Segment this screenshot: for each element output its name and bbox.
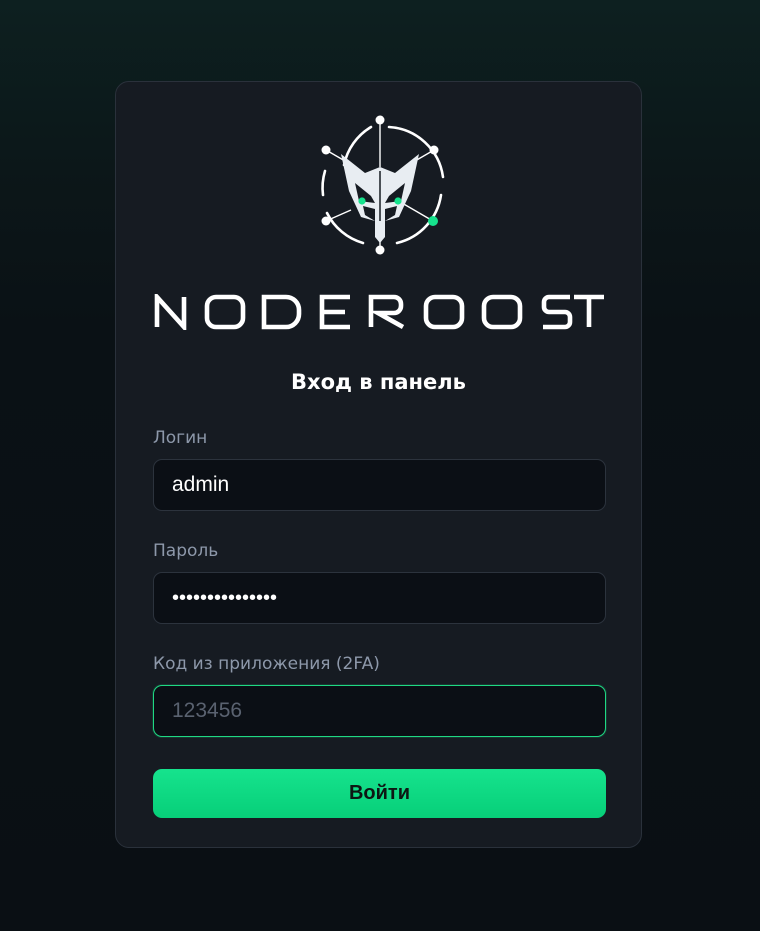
page-title: Вход в панель (291, 370, 466, 394)
login-button[interactable]: Войти (153, 769, 606, 818)
noderoost-logo-icon (313, 109, 447, 259)
otp-label: Код из приложения (2FA) (153, 654, 380, 674)
username-input[interactable] (153, 459, 606, 511)
password-input[interactable] (153, 572, 606, 624)
password-label: Пароль (153, 541, 219, 561)
brand-name: NODEROOST (154, 330, 155, 331)
otp-input[interactable] (153, 685, 606, 737)
login-card: NODEROOST Вход в панель Логин Пароль Код… (115, 81, 642, 848)
username-label: Логин (153, 428, 208, 448)
brand-wordmark: NODEROOST (154, 294, 604, 330)
